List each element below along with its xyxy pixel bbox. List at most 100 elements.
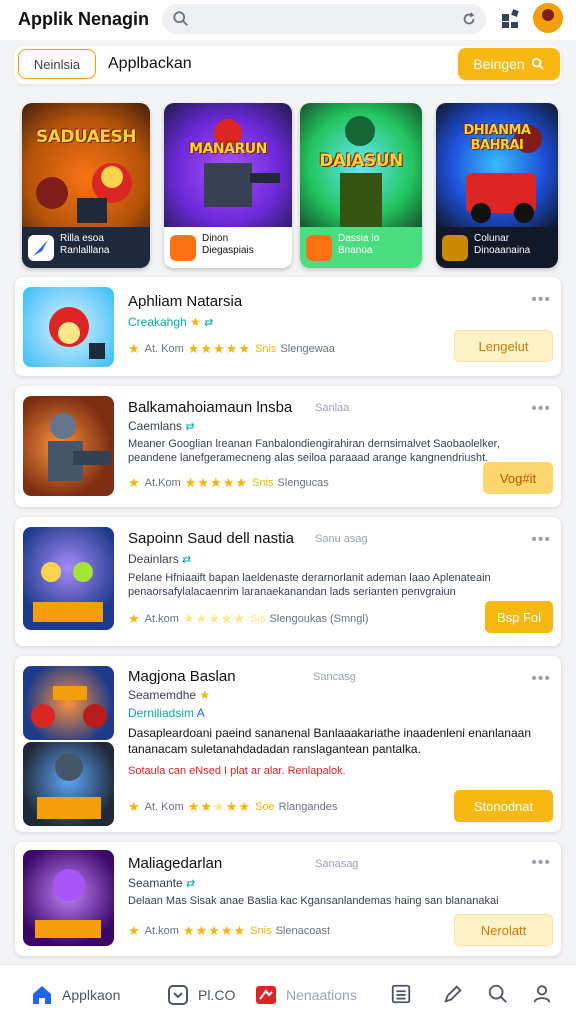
item-description: Delaan Mas Sisak anae Baslia kac Kgansan… [128,895,499,907]
item-subtitle-text: Seamante [128,876,183,890]
search-input[interactable] [162,4,486,34]
rating-stars: ★★★★★ [182,611,247,626]
app-thumbnail [23,666,114,740]
list-item[interactable]: Maliagedarlan Sanasag Seamante ⇄ Delaan … [15,842,561,956]
more-options-icon[interactable]: ••• [531,854,551,872]
bottom-nav: Applkaon Pl.CO Nenaations [0,964,576,1024]
featured-line2: Diegaspiais [202,245,254,256]
item-subtitle-secondary: Derniliadsim A [128,706,205,720]
rating-label: Snis [252,477,274,489]
item-title: Maliagedarlan [128,855,223,872]
apps-grid-icon[interactable] [500,8,522,30]
featured-line2: Ranlalllana [60,245,110,256]
app-thumbnail [23,850,114,946]
filter-label: Applbackan [108,55,192,72]
game-art-icon [37,753,101,819]
featured-line2: Dinoaanaina [474,245,531,256]
star-icon: ★ [128,341,141,356]
app-thumbnail [23,742,114,826]
item-action-button[interactable]: Vog#it [483,462,553,494]
game-art-icon [49,307,105,359]
item-subtitle-text: Caemlans [128,419,183,433]
list-item[interactable]: Sapoinn Saud dell nastia Sanu asag Deain… [15,517,561,646]
more-options-icon[interactable]: ••• [531,400,551,418]
tag-icon: ⇄ [185,421,195,433]
app-thumbnail [23,287,114,367]
tag-icon: A [196,706,205,720]
more-options-icon[interactable]: ••• [531,531,551,549]
list-item[interactable]: Magjona Baslan Sancasg Seamemdhe ★ Derni… [15,656,561,832]
more-options-icon[interactable]: ••• [531,291,551,309]
item-title: Balkamahoiamaun lnsba [128,399,293,416]
rating-stars: ★★★★★ [182,923,247,938]
item-action-button[interactable]: Stonodnat [454,790,553,822]
feather-icon [28,235,54,261]
item-note: Sotaula can eNsed I plat ar alar. Renlap… [128,765,346,777]
featured-line1: Rilla esoa [60,233,104,244]
nav-home[interactable]: Applkaon [30,983,120,1007]
featured-card[interactable]: MANARUN Dinon Diegaspiais [164,103,292,268]
star-icon: ★ [128,799,141,814]
notification-icon [256,986,276,1004]
filter-chip[interactable]: Neinlsia [18,49,96,79]
game-art-icon [48,413,111,481]
meta-left: At. Kom [144,343,184,355]
item-meta: ★ At.kom ★★★★★ Snis Slenacoast [128,923,330,939]
rating-label: Soe [255,801,275,813]
item-action-button[interactable]: Bsp Fol [485,601,553,633]
featured-card[interactable]: SADUAESH Rilla esoa Ranlalllana [22,103,150,268]
item-subtitle: Seamemdhe ★ [128,688,210,702]
featured-card[interactable]: DAIASUN Dassia io Bnanoa [300,103,422,268]
tag-icon: ⇄ [204,317,214,329]
avatar[interactable] [533,3,563,33]
app-icon [442,235,468,261]
search-icon[interactable] [487,983,509,1005]
featured-card[interactable]: DHIANMA BAHRAI Colunar Dinoaanaina [436,103,558,268]
meta-left: At. Kom [144,801,184,813]
item-action-button[interactable]: Nerolatt [454,914,553,946]
item-title: Aphliam Natarsia [128,293,243,310]
meta-left: At.Kom [144,477,181,489]
item-subtitle: Caemlans ⇄ [128,419,195,433]
item-description: Dasapleardoani paeind sananenal Banlaaak… [128,726,531,756]
meta-left: At.kom [144,925,179,937]
profile-icon[interactable] [531,983,553,1005]
list-icon[interactable] [390,983,412,1005]
search-button[interactable]: Beingen [458,48,560,80]
rating-label: Sis [250,613,266,625]
list-item[interactable]: Balkamahoiamaun lnsba Sanlaa Caemlans ⇄ … [15,386,561,507]
game-art-icon [466,125,542,223]
app-thumbnail [23,396,114,496]
star-icon: ★ [128,611,141,626]
featured-line1: Dassia io [338,233,380,244]
item-subtitle: Creakahgh ★ ⇄ [128,315,213,329]
star-icon: ★ [128,923,141,938]
edit-icon[interactable] [442,983,464,1005]
rating-label: Snis [255,343,277,355]
meta-right: Slengoukas (Smngl) [269,613,369,625]
item-meta: ★ At. Kom ★★★★★ Snis Slengewaa [128,341,335,357]
nav-notifications[interactable]: Nenaations [254,983,357,1007]
meta-right: Slengewaa [280,343,335,355]
featured-line1: Colunar [474,233,510,244]
item-subtitle: Seamante ⇄ [128,876,195,890]
list-item[interactable]: Aphliam Natarsia Creakahgh ★ ⇄ ★ At. Kom ★… [15,277,561,376]
search-icon [531,57,544,70]
featured-art: DHIANMA BAHRAI [436,103,558,227]
item-title: Sapoinn Saud dell nastia [128,530,294,547]
rating-stars: ★★★★★ [184,475,249,490]
star-icon: ★ [128,475,141,490]
featured-line1: Dinon [202,233,229,244]
item-subtitle-text: Creakahgh [128,315,187,329]
featured-art: MANARUN [164,103,292,227]
item-action-button[interactable]: Lengelut [454,330,553,362]
more-options-icon[interactable]: ••• [531,670,551,688]
refresh-icon[interactable] [460,10,478,28]
nav-pco[interactable]: Pl.CO [166,983,235,1007]
nav-home-label: Applkaon [62,987,121,1003]
nav-notifications-label: Nenaations [286,987,357,1003]
featured-art-title: DHIANMA BAHRAI [463,123,531,153]
meta-left: At.kom [144,613,179,625]
item-subtitle2-text: Derniliadsim [128,706,195,720]
item-subtitle-text: Seamemdhe [128,688,197,702]
